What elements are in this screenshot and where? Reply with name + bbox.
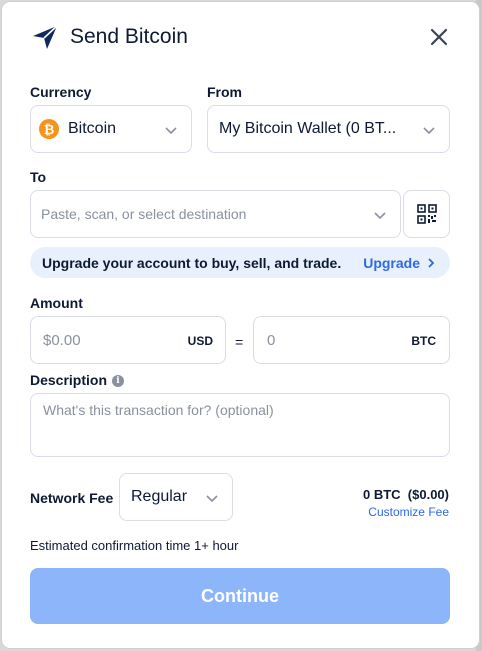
chevron-down-icon <box>165 127 177 135</box>
customize-fee-link[interactable]: Customize Fee <box>368 505 449 519</box>
description-placeholder: What's this transaction for? (optional) <box>43 402 274 418</box>
amount-usd-placeholder: $0.00 <box>43 331 81 349</box>
close-icon[interactable] <box>429 27 449 47</box>
send-dialog: Send Bitcoin Currency From ₿ Bitcoin My … <box>2 2 479 648</box>
info-icon[interactable]: i <box>112 375 125 388</box>
qr-scan-button[interactable] <box>403 190 450 238</box>
chevron-down-icon <box>206 495 218 503</box>
qr-code-icon <box>416 204 437 224</box>
network-fee-select[interactable]: Regular <box>119 473 233 521</box>
to-label: To <box>30 169 47 185</box>
amount-label: Amount <box>30 295 83 311</box>
chevron-down-icon <box>374 212 386 220</box>
upgrade-link-label: Upgrade <box>363 254 420 271</box>
destination-placeholder: Paste, scan, or select destination <box>41 206 247 222</box>
from-label: From <box>207 84 242 100</box>
from-wallet-select[interactable]: My Bitcoin Wallet (0 BT... <box>207 105 450 153</box>
destination-input[interactable]: Paste, scan, or select destination <box>30 190 401 238</box>
network-fee-label: Network Fee <box>30 490 114 506</box>
amount-usd-unit: USD <box>187 334 213 348</box>
confirmation-estimate: Estimated confirmation time 1+ hour <box>30 538 239 553</box>
amount-btc-input[interactable]: 0 BTC <box>253 316 450 364</box>
amount-btc-unit: BTC <box>411 334 436 348</box>
network-fee-value: Regular <box>131 488 188 505</box>
currency-select[interactable]: ₿ Bitcoin <box>30 105 192 153</box>
currency-label: Currency <box>30 84 92 100</box>
chevron-down-icon <box>423 127 435 135</box>
network-fee-amount: 0 BTC ($0.00) <box>363 487 449 502</box>
amount-usd-input[interactable]: $0.00 USD <box>30 316 226 364</box>
upgrade-text: Upgrade your account to buy, sell, and t… <box>42 254 342 271</box>
equals-sign: = <box>235 334 244 350</box>
send-icon <box>33 25 58 49</box>
description-label: Description i <box>30 372 125 388</box>
chevron-right-icon <box>428 257 435 268</box>
dialog-title: Send Bitcoin <box>70 25 188 48</box>
description-label-text: Description <box>30 372 108 388</box>
description-textarea[interactable]: What's this transaction for? (optional) <box>30 393 450 457</box>
upgrade-banner: Upgrade your account to buy, sell, and t… <box>30 247 450 278</box>
from-wallet-value: My Bitcoin Wallet (0 BT... <box>219 120 397 137</box>
continue-button[interactable]: Continue <box>30 568 450 624</box>
amount-btc-placeholder: 0 <box>267 331 276 349</box>
bitcoin-icon: ₿ <box>39 119 59 139</box>
currency-value: Bitcoin <box>68 120 117 137</box>
upgrade-link[interactable]: Upgrade <box>363 255 436 271</box>
dialog-header: Send Bitcoin <box>32 24 188 50</box>
